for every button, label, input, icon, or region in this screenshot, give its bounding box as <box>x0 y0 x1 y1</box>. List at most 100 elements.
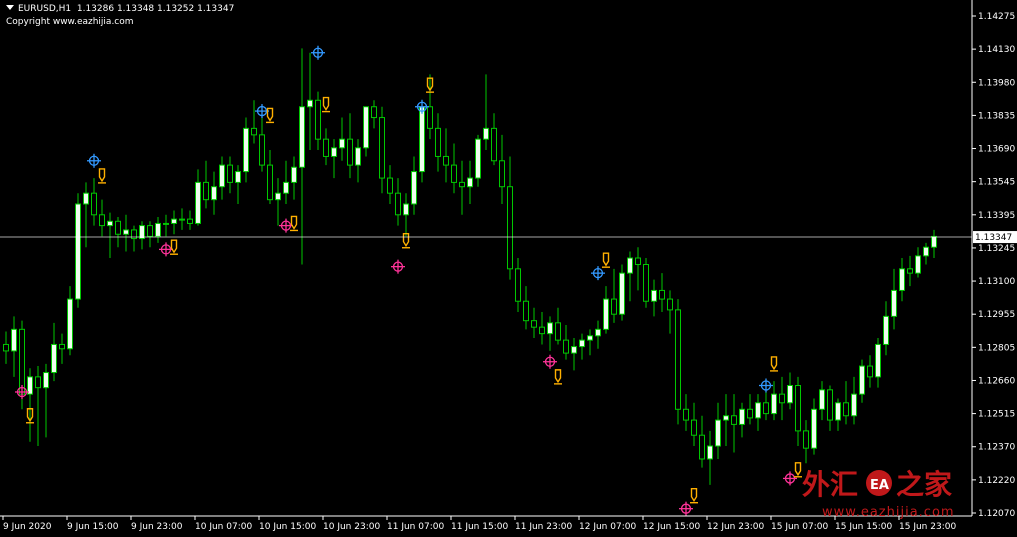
candle <box>219 156 225 200</box>
time-tick-label: 10 Jun 23:00 <box>323 522 380 532</box>
candle <box>499 134 505 204</box>
candle <box>67 286 73 356</box>
price-tick-label: 1.13100 <box>978 277 1015 287</box>
candle-body <box>315 99 321 140</box>
candle-body <box>419 106 425 173</box>
candle <box>235 165 241 204</box>
candle-body <box>763 402 769 415</box>
candle <box>515 258 521 313</box>
candle-body <box>619 272 625 315</box>
candle-body <box>523 300 529 322</box>
candle-body <box>907 268 913 274</box>
candle-body <box>643 264 649 302</box>
candle <box>795 376 801 447</box>
candle <box>899 258 905 302</box>
candle-body <box>723 415 729 421</box>
candle <box>771 381 777 421</box>
candle-body <box>803 430 809 449</box>
candle-body <box>515 268 521 302</box>
candle-body <box>667 298 673 311</box>
candle <box>915 247 921 278</box>
candle-body <box>219 164 225 188</box>
candle <box>211 171 217 215</box>
candle-body <box>883 315 889 345</box>
candle-body <box>555 322 561 341</box>
candle-body <box>899 268 905 291</box>
candle <box>891 268 897 330</box>
candle-body <box>675 309 681 410</box>
chart-window[interactable]: 1.14275 1.14130 1.13980 1.13835 1.13690 1.135… <box>0 0 1017 537</box>
candle-body <box>123 229 129 235</box>
candle-body <box>59 343 65 350</box>
candle-body <box>923 246 929 257</box>
candle <box>691 402 697 447</box>
candle <box>227 156 233 194</box>
candle <box>283 160 289 204</box>
price-tick-label: 1.12070 <box>978 509 1015 519</box>
candle-body <box>491 127 497 162</box>
candle-body <box>379 117 385 179</box>
candle-body <box>171 218 177 224</box>
time-tick-label: 12 Jun 07:00 <box>579 522 636 532</box>
candle-body <box>715 419 721 447</box>
buy-arrow-icon <box>170 239 178 255</box>
candle <box>555 307 561 345</box>
candle <box>59 333 65 364</box>
candle <box>275 178 281 226</box>
candle <box>291 156 297 200</box>
stop-crosshair-icon <box>391 259 405 274</box>
candle <box>859 359 865 403</box>
candle-body <box>411 171 417 205</box>
candle <box>411 156 417 215</box>
candle <box>51 322 57 382</box>
candle <box>243 117 249 183</box>
candle <box>603 286 609 334</box>
candle <box>579 333 585 360</box>
candle-body <box>243 127 249 173</box>
price-tick-label: 1.13690 <box>978 145 1015 155</box>
stop-crosshair-icon <box>15 384 29 399</box>
candle-body <box>307 99 313 108</box>
candle-body <box>891 289 897 317</box>
candle <box>75 193 81 308</box>
candles-layer <box>3 48 937 485</box>
candle-body <box>539 326 545 335</box>
candle <box>611 268 617 323</box>
price-chart[interactable]: 1.14275 1.14130 1.13980 1.13835 1.13690 1.135… <box>0 0 1017 537</box>
candle <box>707 430 713 485</box>
candle <box>267 149 273 204</box>
time-tick-label: 9 Jun 15:00 <box>67 522 119 532</box>
price-tick-label: 1.13835 <box>978 111 1015 121</box>
dropdown-triangle-icon[interactable] <box>6 5 14 10</box>
candle <box>371 100 377 129</box>
svg-text:之家: 之家 <box>896 468 952 501</box>
current-price-text: 1.13347 <box>975 233 1012 243</box>
candle-body <box>571 346 577 354</box>
price-tick-label: 1.12955 <box>978 310 1015 320</box>
candle-body <box>603 298 609 330</box>
candle <box>99 199 105 237</box>
ohlc-readout: 1.13286 1.13348 1.13252 1.13347 <box>76 4 235 14</box>
candle-body <box>339 138 345 149</box>
candle <box>203 160 209 209</box>
candle <box>147 221 153 248</box>
candle <box>299 48 305 265</box>
candle <box>131 225 137 252</box>
candle-body <box>291 166 297 183</box>
candle <box>3 331 9 364</box>
candle <box>171 210 177 235</box>
candle <box>731 394 737 453</box>
watermark-logo: 外汇 EA 之家 www.eazhijia.com <box>802 468 954 520</box>
candle-body <box>11 328 17 352</box>
candle-body <box>875 343 881 378</box>
candle-body <box>227 164 233 183</box>
stop-crosshair-icon <box>783 471 797 486</box>
candle <box>587 329 593 356</box>
candle-body <box>147 225 153 237</box>
price-tick-label: 1.14275 <box>978 12 1015 22</box>
candle-body <box>691 419 697 436</box>
candle-body <box>195 181 201 224</box>
candle-body <box>771 393 777 415</box>
price-tick-label: 1.12220 <box>978 476 1015 486</box>
candle-body <box>547 322 553 335</box>
